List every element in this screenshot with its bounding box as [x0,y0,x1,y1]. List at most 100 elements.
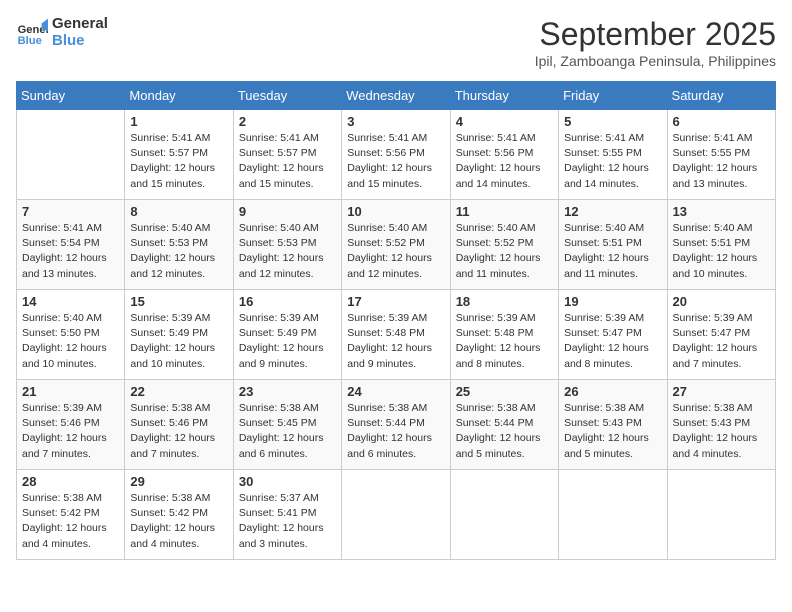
day-number: 4 [456,114,553,129]
calendar-cell: 29 Sunrise: 5:38 AMSunset: 5:42 PMDayligh… [125,470,233,560]
calendar-cell: 4 Sunrise: 5:41 AMSunset: 5:56 PMDaylight… [450,110,558,200]
day-number: 27 [673,384,770,399]
day-number: 25 [456,384,553,399]
header-tuesday: Tuesday [233,82,341,110]
calendar-cell: 7Sunrise: 5:41 AMSunset: 5:54 PMDaylight… [17,200,125,290]
day-info: Sunrise: 5:41 AMSunset: 5:56 PMDaylight:… [347,131,444,192]
day-number: 5 [564,114,661,129]
day-number: 23 [239,384,336,399]
day-info: Sunrise: 5:40 AMSunset: 5:52 PMDaylight:… [347,221,444,282]
svg-text:Blue: Blue [18,35,42,47]
calendar-cell: 17Sunrise: 5:39 AMSunset: 5:48 PMDayligh… [342,290,450,380]
calendar-cell: 26 Sunrise: 5:38 AMSunset: 5:43 PMDayligh… [559,380,667,470]
day-info: Sunrise: 5:41 AMSunset: 5:54 PMDaylight:… [22,221,119,282]
calendar-cell: 20Sunrise: 5:39 AMSunset: 5:47 PMDayligh… [667,290,775,380]
day-info: Sunrise: 5:39 AMSunset: 5:47 PMDaylight:… [564,311,661,372]
page-header: General Blue General Blue September 2025… [16,16,776,69]
week-row-3: 14 Sunrise: 5:40 AMSunset: 5:50 PMDayligh… [17,290,776,380]
day-number: 10 [347,204,444,219]
day-info: Sunrise: 5:39 AMSunset: 5:48 PMDaylight:… [347,311,444,372]
day-number: 14 [22,294,119,309]
header-thursday: Thursday [450,82,558,110]
header-friday: Friday [559,82,667,110]
calendar-cell: 1 Sunrise: 5:41 AMSunset: 5:57 PMDaylight… [125,110,233,200]
day-number: 22 [130,384,227,399]
calendar-cell: 3 Sunrise: 5:41 AMSunset: 5:56 PMDaylight… [342,110,450,200]
week-row-2: 7Sunrise: 5:41 AMSunset: 5:54 PMDaylight… [17,200,776,290]
header-monday: Monday [125,82,233,110]
calendar-cell: 12Sunrise: 5:40 AMSunset: 5:51 PMDayligh… [559,200,667,290]
day-info: Sunrise: 5:39 AMSunset: 5:49 PMDaylight:… [130,311,227,372]
day-info: Sunrise: 5:41 AMSunset: 5:56 PMDaylight:… [456,131,553,192]
day-number: 30 [239,474,336,489]
day-info: Sunrise: 5:39 AMSunset: 5:48 PMDaylight:… [456,311,553,372]
calendar-cell: 18 Sunrise: 5:39 AMSunset: 5:48 PMDayligh… [450,290,558,380]
day-info: Sunrise: 5:37 AMSunset: 5:41 PMDaylight:… [239,491,336,552]
month-title: September 2025 [535,16,776,53]
calendar-cell: 24 Sunrise: 5:38 AMSunset: 5:44 PMDayligh… [342,380,450,470]
calendar-cell: 22 Sunrise: 5:38 AMSunset: 5:46 PMDayligh… [125,380,233,470]
day-number: 3 [347,114,444,129]
day-info: Sunrise: 5:38 AMSunset: 5:42 PMDaylight:… [130,491,227,552]
calendar-cell: 14 Sunrise: 5:40 AMSunset: 5:50 PMDayligh… [17,290,125,380]
calendar-cell [17,110,125,200]
calendar-cell [667,470,775,560]
day-info: Sunrise: 5:40 AMSunset: 5:53 PMDaylight:… [239,221,336,282]
calendar-cell: 27 Sunrise: 5:38 AMSunset: 5:43 PMDayligh… [667,380,775,470]
week-row-1: 1 Sunrise: 5:41 AMSunset: 5:57 PMDaylight… [17,110,776,200]
day-number: 2 [239,114,336,129]
day-number: 21 [22,384,119,399]
day-info: Sunrise: 5:40 AMSunset: 5:50 PMDaylight:… [22,311,119,372]
day-info: Sunrise: 5:41 AMSunset: 5:57 PMDaylight:… [130,131,227,192]
day-info: Sunrise: 5:40 AMSunset: 5:51 PMDaylight:… [564,221,661,282]
day-info: Sunrise: 5:40 AMSunset: 5:53 PMDaylight:… [130,221,227,282]
day-info: Sunrise: 5:40 AMSunset: 5:51 PMDaylight:… [673,221,770,282]
day-number: 19 [564,294,661,309]
calendar-cell: 25Sunrise: 5:38 AMSunset: 5:44 PMDayligh… [450,380,558,470]
day-number: 20 [673,294,770,309]
logo-general: General [52,16,108,33]
day-info: Sunrise: 5:38 AMSunset: 5:44 PMDaylight:… [347,401,444,462]
calendar-cell [450,470,558,560]
day-info: Sunrise: 5:38 AMSunset: 5:42 PMDaylight:… [22,491,119,552]
calendar-cell: 5 Sunrise: 5:41 AMSunset: 5:55 PMDaylight… [559,110,667,200]
header-wednesday: Wednesday [342,82,450,110]
day-number: 9 [239,204,336,219]
logo-icon: General Blue [16,17,48,49]
calendar-cell: 30 Sunrise: 5:37 AMSunset: 5:41 PMDayligh… [233,470,341,560]
week-row-5: 28 Sunrise: 5:38 AMSunset: 5:42 PMDayligh… [17,470,776,560]
week-row-4: 21Sunrise: 5:39 AMSunset: 5:46 PMDayligh… [17,380,776,470]
calendar-cell [559,470,667,560]
day-info: Sunrise: 5:38 AMSunset: 5:43 PMDaylight:… [564,401,661,462]
day-number: 6 [673,114,770,129]
day-number: 24 [347,384,444,399]
calendar-cell: 11Sunrise: 5:40 AMSunset: 5:52 PMDayligh… [450,200,558,290]
calendar-cell [342,470,450,560]
day-info: Sunrise: 5:39 AMSunset: 5:49 PMDaylight:… [239,311,336,372]
day-info: Sunrise: 5:38 AMSunset: 5:45 PMDaylight:… [239,401,336,462]
calendar-cell: 2Sunrise: 5:41 AMSunset: 5:57 PMDaylight… [233,110,341,200]
day-number: 29 [130,474,227,489]
day-info: Sunrise: 5:38 AMSunset: 5:43 PMDaylight:… [673,401,770,462]
calendar-header-row: SundayMondayTuesdayWednesdayThursdayFrid… [17,82,776,110]
calendar-cell: 28 Sunrise: 5:38 AMSunset: 5:42 PMDayligh… [17,470,125,560]
calendar-cell: 21Sunrise: 5:39 AMSunset: 5:46 PMDayligh… [17,380,125,470]
day-number: 8 [130,204,227,219]
day-number: 13 [673,204,770,219]
calendar-cell: 8 Sunrise: 5:40 AMSunset: 5:53 PMDaylight… [125,200,233,290]
day-number: 11 [456,204,553,219]
day-info: Sunrise: 5:38 AMSunset: 5:46 PMDaylight:… [130,401,227,462]
calendar-cell: 13 Sunrise: 5:40 AMSunset: 5:51 PMDayligh… [667,200,775,290]
calendar-cell: 9 Sunrise: 5:40 AMSunset: 5:53 PMDaylight… [233,200,341,290]
calendar-cell: 23 Sunrise: 5:38 AMSunset: 5:45 PMDayligh… [233,380,341,470]
header-saturday: Saturday [667,82,775,110]
calendar-cell: 10 Sunrise: 5:40 AMSunset: 5:52 PMDayligh… [342,200,450,290]
day-number: 26 [564,384,661,399]
calendar-table: SundayMondayTuesdayWednesdayThursdayFrid… [16,81,776,560]
day-number: 18 [456,294,553,309]
calendar-cell: 15 Sunrise: 5:39 AMSunset: 5:49 PMDayligh… [125,290,233,380]
day-number: 1 [130,114,227,129]
day-number: 28 [22,474,119,489]
day-number: 15 [130,294,227,309]
day-info: Sunrise: 5:41 AMSunset: 5:55 PMDaylight:… [564,131,661,192]
